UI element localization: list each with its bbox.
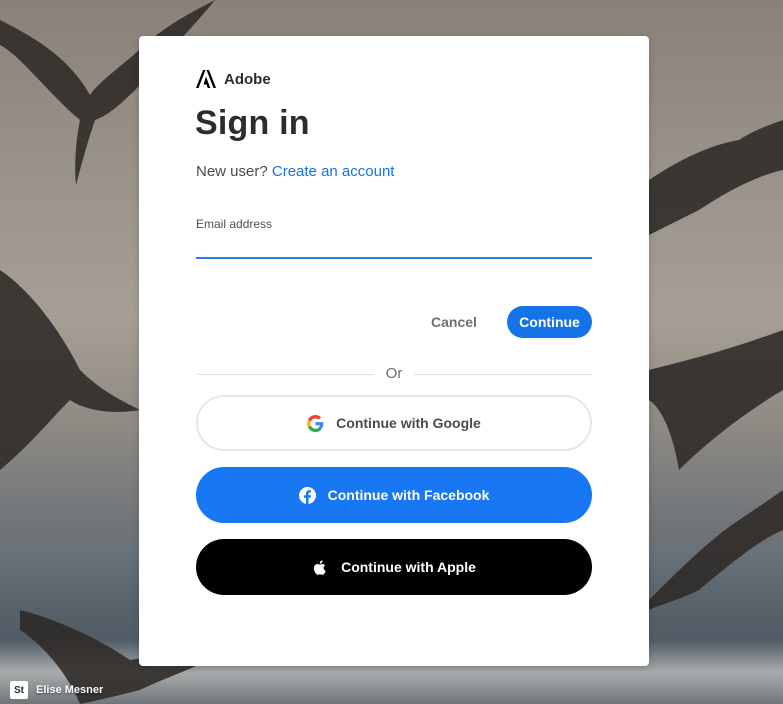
new-user-prompt: New user? Create an account xyxy=(196,163,394,180)
google-icon xyxy=(307,414,324,432)
seagull-shape xyxy=(649,330,783,470)
seagull-shape xyxy=(649,490,783,610)
google-button-label: Continue with Google xyxy=(336,415,481,431)
stock-badge[interactable]: St xyxy=(10,681,28,699)
or-label: Or xyxy=(385,365,403,382)
photographer-name[interactable]: Elise Mesner xyxy=(36,684,103,696)
email-label: Email address xyxy=(196,217,273,231)
cancel-button[interactable]: Cancel xyxy=(420,306,488,338)
apple-button-label: Continue with Apple xyxy=(341,559,476,575)
signin-card: Adobe Sign in New user? Create an accoun… xyxy=(139,36,649,666)
photo-credit: St Elise Mesner xyxy=(10,681,103,699)
seagull-shape xyxy=(649,120,783,235)
seagull-shape xyxy=(0,270,140,470)
adobe-logo-icon xyxy=(196,70,216,88)
facebook-icon xyxy=(298,486,316,504)
brand-name: Adobe xyxy=(224,70,271,88)
email-field[interactable] xyxy=(196,235,592,259)
page-title: Sign in xyxy=(195,104,310,142)
or-divider: Or xyxy=(196,364,592,384)
continue-button[interactable]: Continue xyxy=(507,306,592,338)
continue-with-apple-button[interactable]: Continue with Apple xyxy=(196,539,592,595)
apple-icon xyxy=(314,559,326,575)
brand: Adobe xyxy=(196,70,271,88)
facebook-button-label: Continue with Facebook xyxy=(327,487,490,503)
new-user-text: New user? xyxy=(196,163,268,180)
continue-with-google-button[interactable]: Continue with Google xyxy=(196,395,592,451)
create-account-link[interactable]: Create an account xyxy=(272,163,395,180)
continue-with-facebook-button[interactable]: Continue with Facebook xyxy=(196,467,592,523)
